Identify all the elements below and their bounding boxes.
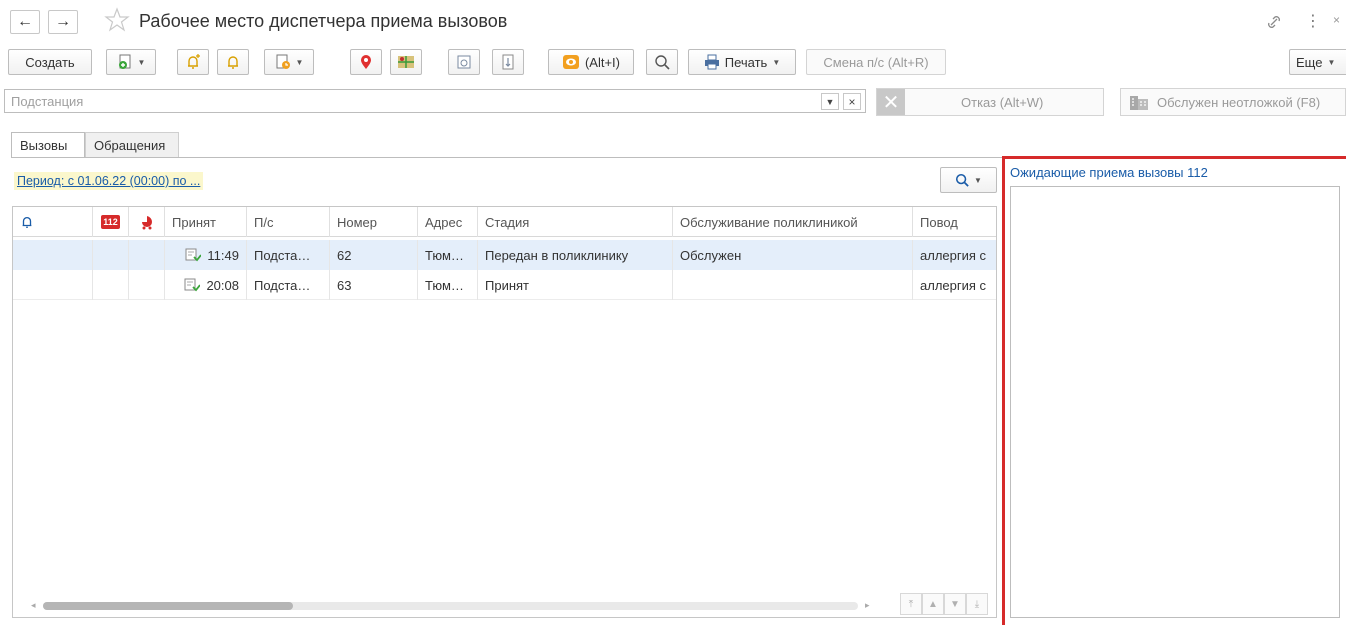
header-ps[interactable]: П/с bbox=[247, 207, 330, 237]
baby-stroller-icon bbox=[141, 216, 152, 230]
calendar-icon bbox=[457, 55, 471, 69]
printer-icon bbox=[704, 54, 719, 70]
document-accepted-icon bbox=[185, 248, 202, 262]
waiting-112-list[interactable] bbox=[1010, 186, 1340, 618]
chevron-down-icon: ▼ bbox=[825, 96, 835, 107]
scroll-left-icon[interactable]: ◂ bbox=[31, 600, 36, 611]
bell-icon bbox=[22, 216, 32, 228]
cell-clinic-service bbox=[673, 270, 913, 300]
cell-address: Тюм… bbox=[418, 270, 478, 300]
window-title: Рабочее место диспетчера приема вызовов bbox=[139, 11, 508, 31]
building-icon bbox=[1130, 96, 1148, 110]
close-window-icon[interactable]: × bbox=[1333, 13, 1340, 27]
last-row-icon[interactable]: ⤓ bbox=[966, 593, 988, 615]
more-menu-icon[interactable]: ⋮ bbox=[1305, 11, 1321, 31]
back-button[interactable]: ← bbox=[10, 10, 40, 34]
cell-clinic-service: Обслужен bbox=[673, 240, 913, 270]
header-accepted[interactable]: Принят bbox=[165, 207, 247, 237]
bell-icon bbox=[228, 56, 238, 69]
chevron-down-icon: ▼ bbox=[295, 57, 304, 67]
info-panel-button[interactable] bbox=[492, 49, 524, 75]
header-112[interactable]: 112 bbox=[93, 207, 129, 237]
chevron-down-icon: ▼ bbox=[1327, 57, 1336, 67]
more-button[interactable]: Еще ▼ bbox=[1289, 49, 1346, 75]
link-icon[interactable] bbox=[1264, 12, 1284, 32]
header-stroller[interactable] bbox=[129, 207, 165, 237]
period-link[interactable]: Период: с 01.06.22 (00:00) по ... bbox=[14, 172, 204, 190]
cell-reason: аллергия с bbox=[920, 247, 987, 263]
cell-ps: Подста… bbox=[247, 270, 330, 300]
document-add-icon bbox=[118, 54, 131, 69]
map-icon bbox=[398, 56, 414, 68]
cell-stage: Принят bbox=[478, 270, 673, 300]
served-urgent-button[interactable]: Обслужен неотложкой (F8) bbox=[1120, 88, 1346, 116]
substation-input[interactable] bbox=[5, 90, 865, 112]
header-bell[interactable] bbox=[13, 207, 93, 237]
header-address[interactable]: Адрес bbox=[418, 207, 478, 237]
tab-requests[interactable]: Обращения bbox=[85, 132, 179, 158]
cell-reason: аллергия с bbox=[920, 277, 987, 293]
change-substation-button[interactable]: Смена п/с (Alt+R) bbox=[806, 49, 946, 75]
view-alt-i-button[interactable]: (Alt+I) bbox=[548, 49, 634, 75]
info-icon bbox=[502, 54, 514, 70]
tab-calls[interactable]: Вызовы bbox=[11, 132, 85, 158]
prev-row-icon[interactable]: ▲ bbox=[922, 593, 944, 615]
chevron-down-icon: ▼ bbox=[974, 175, 982, 185]
bell-button[interactable] bbox=[217, 49, 249, 75]
horizontal-scrollbar[interactable] bbox=[43, 602, 858, 610]
cell-ps: Подста… bbox=[247, 240, 330, 270]
header-clinic-service[interactable]: Обслуживание поликлиникой bbox=[673, 207, 913, 237]
map-pin-icon bbox=[361, 55, 371, 69]
header-reason[interactable]: Повод bbox=[913, 207, 996, 237]
calendar-button[interactable] bbox=[448, 49, 480, 75]
grid-search-button[interactable]: ▼ bbox=[940, 167, 997, 193]
cell-stage: Передан в поликлинику bbox=[478, 240, 673, 270]
next-row-icon[interactable]: ▼ bbox=[944, 593, 966, 615]
favorite-star-icon[interactable] bbox=[104, 7, 130, 33]
map-pin-button[interactable] bbox=[350, 49, 382, 75]
table-row[interactable]: 20:08 Подста… 63 Тюм… Принят аллергия с bbox=[13, 270, 996, 300]
badge-112-icon: 112 bbox=[101, 215, 120, 229]
scroll-right-icon[interactable]: ▸ bbox=[865, 600, 870, 611]
cell-accepted: 20:08 bbox=[165, 270, 247, 300]
document-time-button[interactable]: ▼ bbox=[264, 49, 314, 75]
substation-dropdown-button[interactable]: ▼ bbox=[821, 93, 839, 110]
bell-plus-icon bbox=[188, 54, 200, 69]
first-row-icon[interactable]: ⤒ bbox=[900, 593, 922, 615]
create-button[interactable]: Создать bbox=[8, 49, 92, 75]
forward-button[interactable]: → bbox=[48, 10, 78, 34]
row-navigation: ⤒ ▲ ▼ ⤓ bbox=[900, 593, 988, 615]
cell-number: 62 bbox=[330, 240, 418, 270]
header-stage[interactable]: Стадия bbox=[478, 207, 673, 237]
tab-divider bbox=[11, 157, 1003, 158]
search-button[interactable] bbox=[646, 49, 678, 75]
header-number[interactable]: Номер bbox=[330, 207, 418, 237]
substation-field[interactable] bbox=[4, 89, 866, 113]
close-icon: × bbox=[848, 94, 856, 109]
eye-icon bbox=[562, 55, 579, 69]
arrow-right-icon: → bbox=[55, 13, 71, 30]
print-button[interactable]: Печать ▼ bbox=[688, 49, 796, 75]
substation-clear-button[interactable]: × bbox=[843, 93, 861, 110]
search-icon bbox=[655, 55, 670, 70]
document-clock-icon bbox=[276, 54, 290, 69]
cell-address: Тюм… bbox=[418, 240, 478, 270]
bell-add-button[interactable] bbox=[177, 49, 209, 75]
map-button[interactable] bbox=[390, 49, 422, 75]
table-header: 112 Принят П/с Номер Адрес Стадия Обслуж… bbox=[13, 207, 996, 237]
waiting-112-title: Ожидающие приема вызовы 112 bbox=[1010, 165, 1208, 180]
cell-number: 63 bbox=[330, 270, 418, 300]
cancel-cross-icon: ✕ bbox=[877, 89, 905, 115]
add-document-button[interactable]: ▼ bbox=[106, 49, 156, 75]
calls-table: 112 Принят П/с Номер Адрес Стадия Обслуж… bbox=[12, 206, 997, 618]
chevron-down-icon: ▼ bbox=[772, 57, 781, 67]
scrollbar-thumb[interactable] bbox=[43, 602, 293, 610]
search-icon bbox=[955, 173, 969, 187]
table-row[interactable]: 11:49 Подста… 62 Тюм… Передан в поликлин… bbox=[13, 240, 996, 270]
arrow-left-icon: ← bbox=[17, 13, 33, 30]
chevron-down-icon: ▼ bbox=[137, 57, 146, 67]
cell-accepted: 11:49 bbox=[165, 240, 247, 270]
refuse-button[interactable]: ✕ Отказ (Alt+W) bbox=[876, 88, 1104, 116]
document-accepted-icon bbox=[184, 278, 201, 292]
